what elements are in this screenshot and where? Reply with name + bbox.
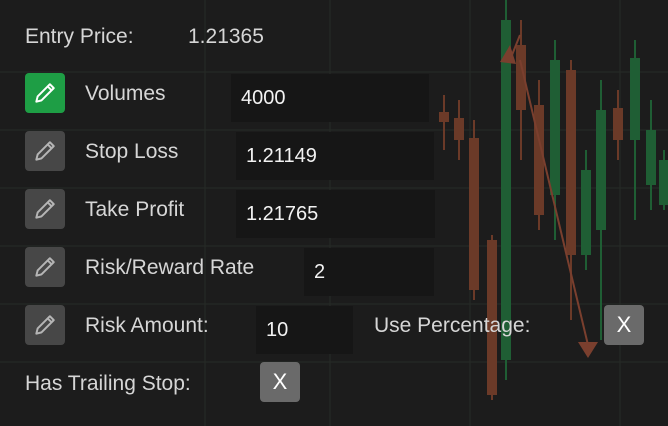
stop-loss-label: Stop Loss — [85, 140, 179, 163]
volumes-label: Volumes — [85, 82, 166, 105]
risk-amount-label: Risk Amount: — [85, 314, 209, 337]
order-panel: Entry Price: 1.21365 Volumes 4000 Stop L… — [0, 0, 668, 426]
pencil-icon — [35, 199, 55, 219]
trailing-stop-label: Has Trailing Stop: — [25, 372, 191, 395]
pencil-icon — [35, 257, 55, 277]
risk-reward-edit-button[interactable] — [25, 247, 65, 287]
risk-reward-label: Risk/Reward Rate — [85, 256, 255, 279]
entry-price-value: 1.21365 — [188, 25, 264, 48]
take-profit-edit-button[interactable] — [25, 189, 65, 229]
stop-loss-edit-button[interactable] — [25, 131, 65, 171]
pencil-icon — [35, 83, 55, 103]
volumes-edit-button[interactable] — [25, 73, 65, 113]
pencil-icon — [35, 315, 55, 335]
use-percentage-label: Use Percentage: — [374, 314, 531, 337]
trailing-stop-toggle[interactable]: X — [260, 362, 300, 402]
pencil-icon — [35, 141, 55, 161]
stop-loss-input[interactable]: 1.21149 — [236, 132, 434, 180]
risk-reward-input[interactable]: 2 — [304, 248, 434, 296]
take-profit-input[interactable]: 1.21765 — [236, 190, 435, 238]
risk-amount-input[interactable]: 10 — [256, 306, 353, 354]
risk-amount-edit-button[interactable] — [25, 305, 65, 345]
use-percentage-toggle[interactable]: X — [604, 305, 644, 345]
entry-price-label: Entry Price: — [25, 25, 134, 48]
volumes-input[interactable]: 4000 — [231, 74, 429, 122]
take-profit-label: Take Profit — [85, 198, 185, 221]
